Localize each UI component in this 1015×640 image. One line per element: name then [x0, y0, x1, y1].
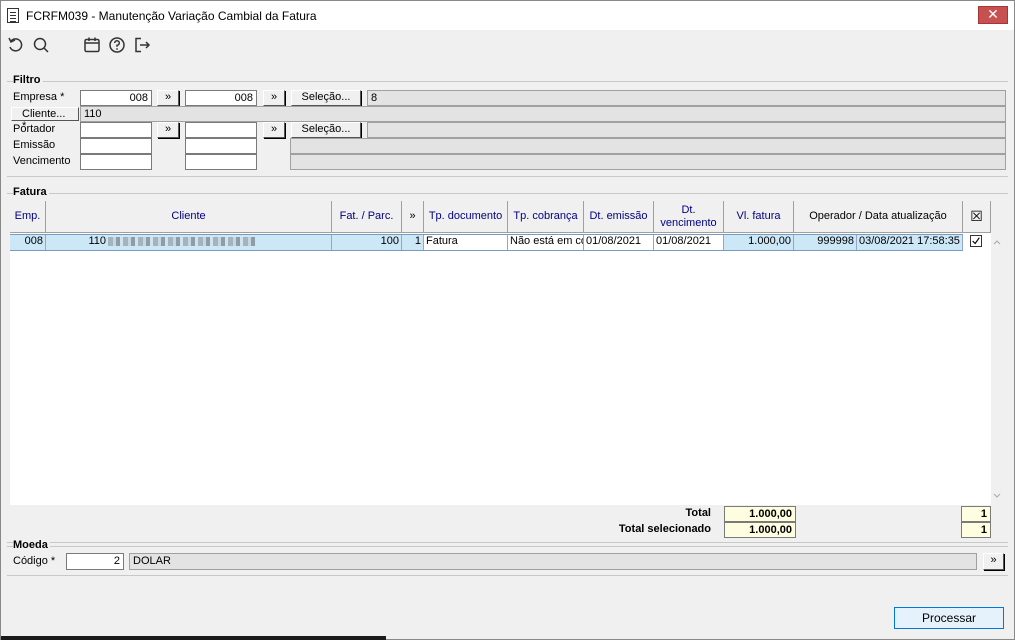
col-header-dt-emissao[interactable]: Dt. emissão	[584, 201, 654, 233]
cell-select[interactable]	[963, 234, 991, 250]
moeda-lookup-button[interactable]: »	[983, 553, 1004, 570]
toolbar	[1, 30, 1014, 60]
portador-from-input[interactable]	[80, 122, 152, 138]
empresa-label: Empresa *	[13, 91, 65, 103]
col-header-cliente[interactable]: Cliente	[46, 201, 332, 233]
window-title: FCRFM039 - Manutenção Variação Cambial d…	[26, 9, 317, 23]
moeda-descricao-field: DOLAR	[129, 553, 977, 570]
help-icon[interactable]	[108, 36, 126, 54]
col-header-operador[interactable]: Operador / Data atualização	[794, 201, 963, 233]
empresa-from-lookup-button[interactable]: »	[157, 90, 179, 106]
codigo-label: Código *	[13, 555, 56, 567]
vencimento-info-field	[290, 154, 1006, 170]
cell-cliente-codigo: 110	[88, 235, 106, 247]
portador-label: Portador	[13, 123, 56, 135]
fatura-grid: Emp. Cliente Fat. / Parc. » Tp. document…	[10, 201, 991, 505]
empresa-to-input[interactable]: 008	[185, 90, 257, 106]
cell-tp-documento[interactable]: Fatura	[424, 234, 508, 250]
filtro-label: Filtro	[13, 74, 43, 86]
col-header-vl-fatura[interactable]: Vl. fatura	[724, 201, 794, 233]
taskbar-edge	[1, 636, 386, 640]
redacted-cliente-name	[108, 236, 256, 246]
moeda-codigo-input[interactable]: 2	[66, 553, 124, 570]
portador-selecao-button[interactable]: Seleção...	[291, 122, 361, 138]
portador-from-lookup-button[interactable]: »	[157, 122, 179, 138]
cell-dt-vencimento[interactable]: 01/08/2021	[654, 234, 724, 250]
emissao-label: Emissão	[13, 139, 56, 151]
portador-selecao-field	[367, 122, 1006, 138]
cell-operador[interactable]: 999998	[794, 234, 857, 250]
search-icon[interactable]	[32, 36, 50, 54]
emissao-to-input[interactable]	[185, 138, 257, 154]
exit-icon[interactable]	[133, 36, 151, 54]
col-header-tp-documento[interactable]: Tp. documento	[424, 201, 508, 233]
fatura-label: Fatura	[13, 186, 49, 198]
close-button[interactable]: ✕	[978, 6, 1008, 24]
cell-tp-cobranca[interactable]: Não está em cobrança	[508, 234, 584, 250]
cliente-button[interactable]: Cliente... *	[11, 107, 79, 132]
portador-to-input[interactable]	[185, 122, 257, 138]
scroll-arrows-icon	[993, 240, 1001, 498]
total-label: Total	[685, 507, 711, 519]
empresa-selecao-button[interactable]: Seleção...	[291, 90, 361, 106]
portador-to-lookup-button[interactable]: »	[263, 122, 285, 138]
undo-icon[interactable]	[7, 36, 25, 54]
cell-emp[interactable]: 008	[10, 234, 46, 250]
processar-button[interactable]: Processar	[894, 607, 1004, 629]
cell-data-atualizacao[interactable]: 03/08/2021 17:58:35	[857, 234, 963, 250]
total-selecionado-count: 1	[961, 522, 991, 538]
vencimento-label: Vencimento	[13, 155, 71, 167]
total-selecionado-value: 1.000,00	[724, 522, 796, 538]
col-header-expand[interactable]: »	[402, 201, 424, 233]
vencimento-to-input[interactable]	[185, 154, 257, 170]
total-count: 1	[961, 506, 991, 522]
cell-fatura[interactable]: 100	[332, 234, 402, 250]
vencimento-from-input[interactable]	[80, 154, 152, 170]
empresa-selecao-field: 8	[367, 90, 1006, 106]
document-icon	[7, 8, 19, 23]
total-value: 1.000,00	[724, 506, 796, 522]
col-header-tp-cobranca[interactable]: Tp. cobrança	[508, 201, 584, 233]
cell-parcela[interactable]: 1	[402, 234, 424, 250]
empresa-to-lookup-button[interactable]: »	[263, 90, 285, 106]
main-window: FCRFM039 - Manutenção Variação Cambial d…	[0, 0, 1015, 640]
moeda-label: Moeda	[13, 539, 50, 551]
grid-scrollbar[interactable]	[991, 234, 1003, 504]
cell-vl-fatura[interactable]: 1.000,00	[724, 234, 794, 250]
emissao-from-input[interactable]	[80, 138, 152, 154]
emissao-info-field	[290, 138, 1006, 154]
calendar-icon[interactable]	[83, 36, 101, 54]
col-header-fat-parc[interactable]: Fat. / Parc.	[332, 201, 402, 233]
row-select-checkbox[interactable]	[970, 235, 982, 247]
title-bar: FCRFM039 - Manutenção Variação Cambial d…	[1, 1, 1014, 30]
cliente-field: 110	[80, 106, 1006, 122]
col-header-dt-vencimento[interactable]: Dt. vencimento	[654, 201, 724, 233]
total-selecionado-label: Total selecionado	[618, 523, 711, 535]
col-header-select-all[interactable]: ☒	[963, 201, 991, 233]
col-header-emp[interactable]: Emp.	[10, 201, 46, 233]
cell-cliente[interactable]: 110	[46, 234, 332, 250]
cell-dt-emissao[interactable]: 01/08/2021	[584, 234, 654, 250]
empresa-from-input[interactable]: 008	[80, 90, 152, 106]
